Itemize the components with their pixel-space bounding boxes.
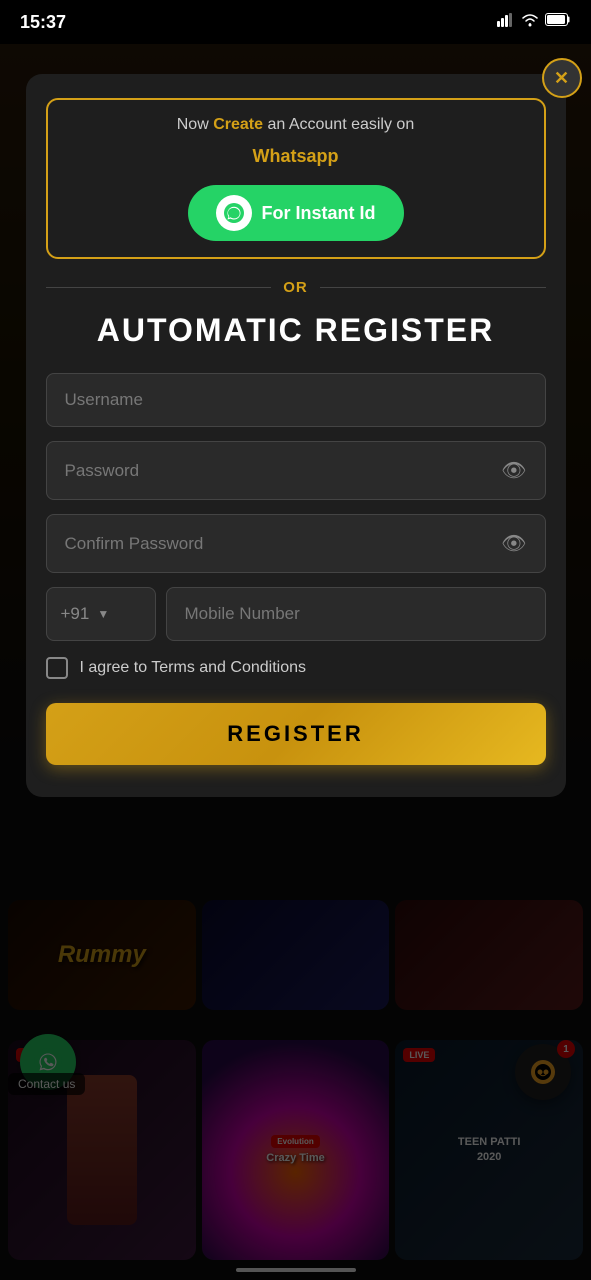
- whatsapp-card: Now Create an Account easily on Whatsapp…: [46, 98, 546, 259]
- or-divider: OR: [46, 279, 546, 296]
- status-bar: 15:37: [0, 0, 591, 44]
- chevron-down-icon: ▼: [97, 607, 109, 621]
- whatsapp-button-icon: [216, 195, 252, 231]
- register-button[interactable]: REGISTER: [46, 703, 546, 765]
- username-input[interactable]: [65, 390, 527, 410]
- whatsapp-name: Whatsapp: [68, 146, 524, 167]
- wifi-icon: [521, 13, 539, 32]
- confirm-password-eye-icon[interactable]: 👁: [501, 531, 526, 556]
- country-code-label: +91: [61, 604, 90, 624]
- password-input[interactable]: [65, 461, 502, 481]
- mobile-row: +91 ▼: [46, 587, 546, 641]
- mobile-number-input[interactable]: [185, 604, 527, 624]
- mobile-input-wrap[interactable]: [166, 587, 546, 641]
- whatsapp-button-label: For Instant Id: [262, 203, 376, 224]
- status-time: 15:37: [20, 12, 66, 33]
- or-line-right: [320, 287, 546, 288]
- whatsapp-card-text: Now Create an Account easily on: [68, 116, 524, 134]
- password-eye-icon[interactable]: 👁: [501, 458, 526, 483]
- register-modal: ✕ Now Create an Account easily on Whatsa…: [26, 74, 566, 797]
- confirm-password-input[interactable]: [65, 534, 502, 554]
- battery-icon: [545, 13, 571, 31]
- country-code-selector[interactable]: +91 ▼: [46, 587, 156, 641]
- or-text: OR: [283, 279, 308, 296]
- or-line-left: [46, 287, 272, 288]
- close-icon: ✕: [554, 68, 569, 89]
- confirm-password-field[interactable]: 👁: [46, 514, 546, 573]
- modal-overlay: ✕ Now Create an Account easily on Whatsa…: [0, 44, 591, 1280]
- status-icons: [497, 13, 571, 32]
- auto-register-title: AUTOMATIC REGISTER: [46, 312, 546, 349]
- username-field[interactable]: [46, 373, 546, 427]
- create-highlight: Create: [213, 116, 263, 133]
- terms-row: I agree to Terms and Conditions: [46, 657, 546, 679]
- password-field[interactable]: 👁: [46, 441, 546, 500]
- terms-text: I agree to Terms and Conditions: [80, 659, 307, 677]
- terms-checkbox[interactable]: [46, 657, 68, 679]
- signal-icon: [497, 13, 515, 32]
- close-button[interactable]: ✕: [542, 58, 582, 98]
- whatsapp-instant-id-button[interactable]: For Instant Id: [188, 185, 404, 241]
- home-indicator: [236, 1268, 356, 1272]
